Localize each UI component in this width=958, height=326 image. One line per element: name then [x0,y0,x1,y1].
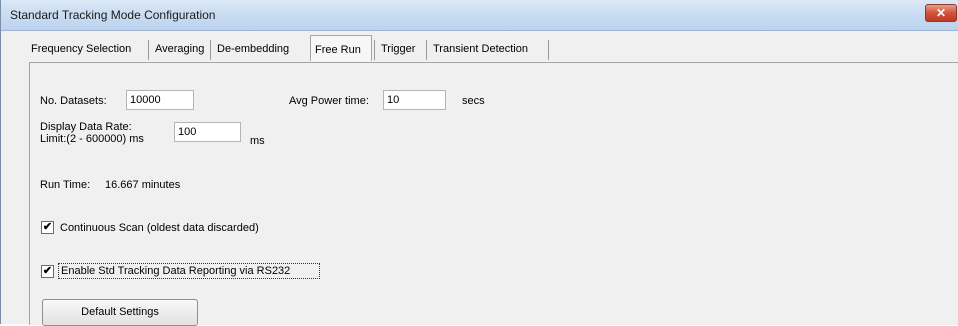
close-icon: ✕ [935,6,947,20]
display-rate-label: Display Data Rate: [40,121,132,133]
std-tracking-checkbox[interactable]: ✔ [41,265,54,278]
tab-separator [148,40,149,60]
tab-trigger[interactable]: Trigger [381,38,415,60]
avg-power-unit: secs [462,95,485,107]
datasets-input[interactable] [126,90,194,110]
continuous-scan-checkbox[interactable]: ✔ [41,221,54,234]
continuous-scan-label[interactable]: Continuous Scan (oldest data discarded) [60,222,259,234]
run-time-value: 16.667 minutes [105,179,181,191]
tab-transient-detection[interactable]: Transient Detection [433,38,528,60]
display-rate-input[interactable] [174,122,241,142]
display-rate-limit-label: Limit:(2 - 600000) ms [40,133,144,145]
tab-de-embedding[interactable]: De-embedding [217,38,289,60]
tab-averaging[interactable]: Averaging [155,38,204,60]
tab-free-run[interactable]: Free Run [310,35,372,61]
display-rate-unit: ms [250,135,265,147]
std-tracking-label[interactable]: Enable Std Tracking Data Reporting via R… [61,265,290,277]
config-window: Standard Tracking Mode Configuration ✕ F… [0,0,958,326]
tab-frequency-selection[interactable]: Frequency Selection [31,38,131,60]
title-bar[interactable]: Standard Tracking Mode Configuration ✕ [1,0,958,31]
avg-power-label: Avg Power time: [289,95,369,107]
close-button[interactable]: ✕ [925,4,957,22]
datasets-label: No. Datasets: [40,95,107,107]
default-settings-button[interactable]: Default Settings [42,299,198,326]
free-run-panel: No. Datasets: Avg Power time: secs Displ… [29,62,958,326]
avg-power-input[interactable] [383,90,446,110]
tab-separator [426,40,427,60]
window-title: Standard Tracking Mode Configuration [10,8,216,22]
tab-separator [548,40,549,60]
tab-separator [210,40,211,60]
run-time-label: Run Time: [40,179,91,191]
tab-separator [374,40,375,60]
